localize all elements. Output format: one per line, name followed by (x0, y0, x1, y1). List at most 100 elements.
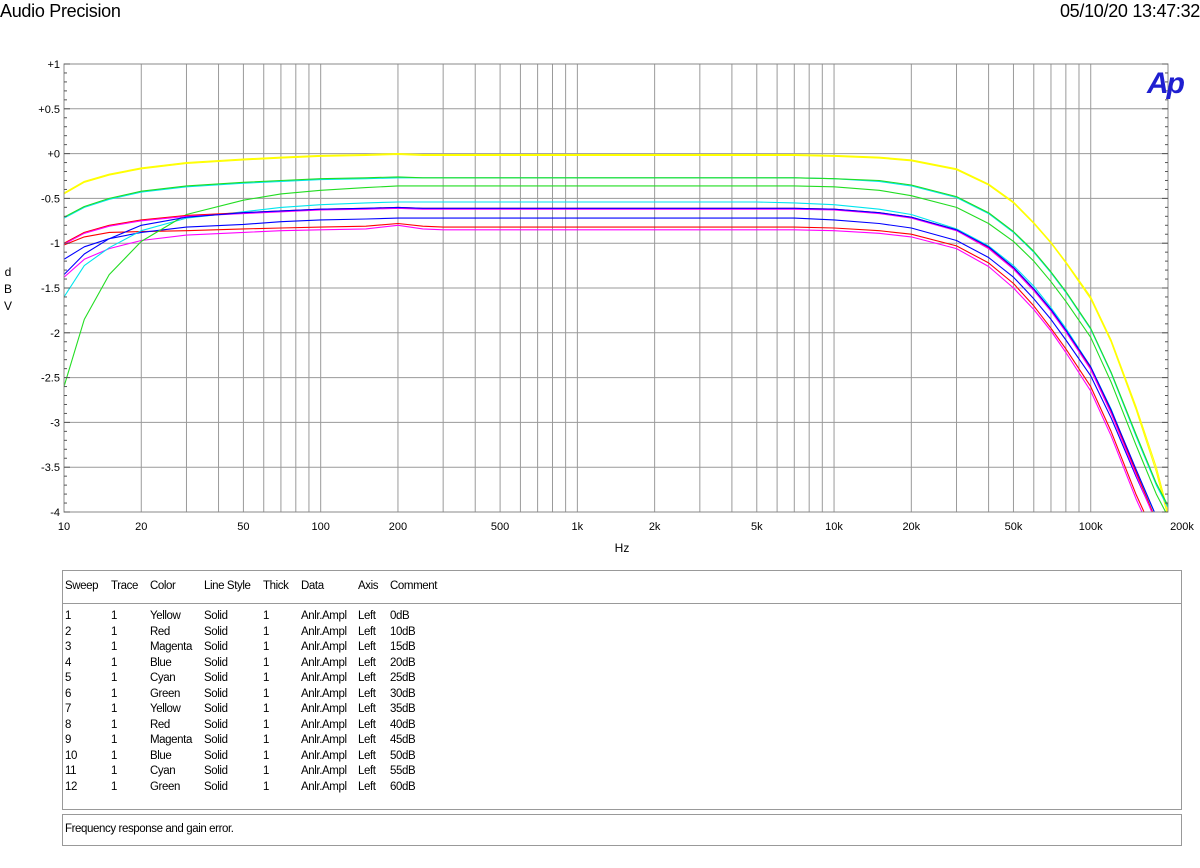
y-axis-label: d B V (4, 265, 12, 313)
legend-col-comment: Comment (390, 580, 438, 592)
legend-row: 6 1 Green Solid 1 Anlr.Ampl Left 30dB (63, 688, 1181, 704)
legend-cell-trace: 1 (111, 625, 117, 638)
legend-cell-line-style: Solid (204, 703, 228, 715)
legend-cell-sweep: 3 (65, 641, 71, 653)
legend-cell-axis: Left (358, 625, 376, 638)
legend-cell-axis: Left (358, 656, 376, 669)
legend-cell-trace: 1 (111, 780, 117, 793)
legend-cell-thick: 1 (263, 687, 269, 700)
y-tick-label: -1.5 (41, 283, 60, 295)
x-tick-label: 100 (312, 521, 330, 533)
legend-cell-color: Magenta (150, 734, 192, 746)
legend-cell-data: Anlr.Ampl (301, 625, 347, 638)
legend-cell-line-style: Solid (204, 656, 228, 669)
legend-col-thick: Thick (263, 580, 289, 592)
legend-cell-data: Anlr.Ampl (301, 672, 347, 684)
legend-row: 7 1 Yellow Solid 1 Anlr.Ampl Left 35dB (63, 703, 1181, 719)
legend-col-color: Color (150, 580, 176, 592)
legend-cell-comment: 25dB (390, 672, 416, 684)
legend-cell-axis: Left (358, 687, 376, 700)
legend-cell-data: Anlr.Ampl (301, 749, 347, 762)
legend-cell-color: Red (150, 718, 170, 731)
comment-box: Frequency response and gain error. (62, 814, 1182, 846)
legend-cell-line-style: Solid (204, 625, 228, 638)
legend-cell-color: Blue (150, 749, 172, 762)
legend-row: 11 1 Cyan Solid 1 Anlr.Ampl Left 55dB (63, 765, 1181, 781)
x-axis-label: Hz (615, 541, 630, 555)
legend-cell-line-style: Solid (204, 780, 228, 793)
legend-cell-thick: 1 (263, 610, 269, 622)
trace-sweep-12 (64, 176, 1168, 506)
legend-cell-data: Anlr.Ampl (301, 765, 347, 777)
legend-cell-comment: 30dB (390, 687, 416, 700)
legend-cell-color: Green (150, 780, 180, 793)
x-tick-label: 200k (1170, 521, 1194, 533)
legend-cell-axis: Left (358, 749, 376, 762)
legend-cell-thick: 1 (263, 765, 269, 777)
legend-cell-axis: Left (358, 672, 376, 684)
legend-cell-data: Anlr.Ampl (301, 703, 347, 715)
legend-cell-line-style: Solid (204, 765, 228, 777)
y-tick-label: -2.5 (41, 373, 60, 385)
frequency-response-chart: +1+0.5+0-0.5-1-1.5-2-2.5-3-3.5-4 10 20 50 1… (4, 59, 1195, 555)
legend-cell-trace: 1 (111, 641, 117, 653)
legend-header-row: Sweep Trace Color Line Style Thick Data … (63, 571, 1181, 604)
x-tick-label: 20 (135, 521, 147, 533)
trace-sweep-2 (64, 222, 1145, 512)
legend-cell-thick: 1 (263, 656, 269, 669)
legend-cell-trace: 1 (111, 718, 117, 731)
legend-cell-trace: 1 (111, 765, 117, 777)
legend-cell-trace: 1 (111, 749, 117, 762)
x-tick-label: 10 (58, 521, 70, 533)
legend-cell-sweep: 6 (65, 687, 71, 700)
legend-cell-comment: 60dB (390, 780, 416, 793)
x-tick-label: 500 (491, 521, 509, 533)
legend-cell-sweep: 10 (65, 749, 77, 762)
x-tick-label: 2k (649, 521, 661, 533)
legend-cell-color: Cyan (150, 672, 176, 684)
legend-cell-data: Anlr.Ampl (301, 641, 347, 653)
legend-cell-data: Anlr.Ampl (301, 656, 347, 669)
legend-cell-thick: 1 (263, 672, 269, 684)
x-tick-labels: 10 20 50 100 200 500 1k 2k 5k 10k 20k 50k 100k 200k (58, 521, 1195, 533)
legend-col-sweep: Sweep (65, 580, 99, 592)
legend-cell-thick: 1 (263, 749, 269, 762)
legend-cell-data: Anlr.Ampl (301, 780, 347, 793)
legend-cell-comment: 45dB (390, 734, 416, 746)
legend-cell-line-style: Solid (204, 718, 228, 731)
legend-cell-comment: 10dB (390, 625, 416, 638)
y-tick-label: -4 (50, 507, 60, 519)
legend-cell-axis: Left (358, 734, 376, 746)
legend-cell-line-style: Solid (204, 687, 228, 700)
y-tick-label: -3 (50, 417, 60, 429)
legend-row: 3 1 Magenta Solid 1 Anlr.Ampl Left 15dB (63, 641, 1181, 657)
legend-cell-line-style: Solid (204, 641, 228, 653)
trace-sweep-4 (64, 217, 1153, 512)
legend-cell-trace: 1 (111, 687, 117, 700)
legend-cell-sweep: 4 (65, 656, 71, 669)
chart-grid (64, 64, 1168, 512)
legend-row: 10 1 Blue Solid 1 Anlr.Ampl Left 50dB (63, 750, 1181, 766)
legend-cell-axis: Left (358, 641, 376, 653)
y-tick-label: -1 (50, 238, 60, 250)
legend-cell-trace: 1 (111, 734, 117, 746)
legend-cell-trace: 1 (111, 703, 117, 715)
legend-cell-color: Magenta (150, 641, 192, 653)
legend-col-line-style: Line Style (204, 580, 251, 592)
y-tick-label: -2 (50, 328, 60, 340)
legend-cell-color: Yellow (150, 703, 181, 715)
legend-cell-color: Green (150, 687, 180, 700)
legend-cell-sweep: 1 (65, 610, 71, 622)
x-tick-label: 5k (751, 521, 763, 533)
legend-cell-axis: Left (358, 765, 376, 777)
legend-row: 4 1 Blue Solid 1 Anlr.Ampl Left 20dB (63, 657, 1181, 673)
y-axis-label-letter-b: B (4, 282, 12, 296)
chart-traces (64, 153, 1168, 512)
legend-cell-comment: 55dB (390, 765, 416, 777)
y-tick-label: +0.5 (38, 104, 60, 116)
legend-cell-comment: 40dB (390, 718, 416, 731)
ap-logo: Ap (1146, 67, 1185, 100)
legend-cell-comment: 35dB (390, 703, 416, 715)
legend-cell-thick: 1 (263, 625, 269, 638)
legend-row: 1 1 Yellow Solid 1 Anlr.Ampl Left 0dB (63, 610, 1181, 626)
